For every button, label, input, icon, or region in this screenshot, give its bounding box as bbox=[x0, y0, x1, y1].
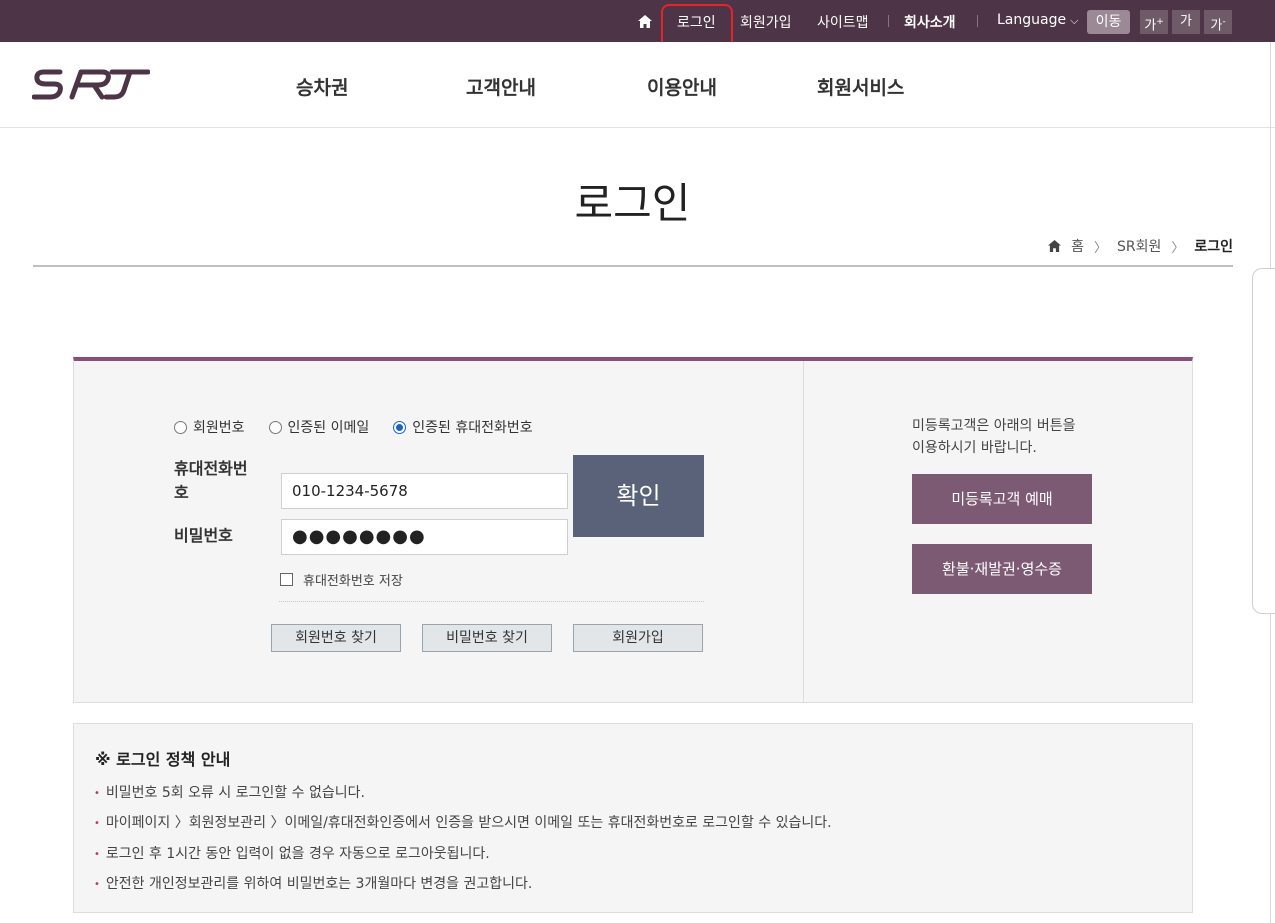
radio-verified-phone[interactable]: 인증된 휴대전화번호 bbox=[393, 417, 533, 437]
company-link[interactable]: 회사소개 bbox=[904, 12, 956, 32]
bullet-icon: • bbox=[94, 878, 100, 890]
join-button[interactable]: 회원가입 bbox=[573, 624, 703, 652]
bullet-icon: • bbox=[94, 817, 100, 829]
policy-item: • 로그인 후 1시간 동안 입력이 없을 경우 자동으로 로그아웃됩니다. bbox=[94, 843, 490, 863]
font-size-normal-button[interactable]: 가 bbox=[1172, 10, 1200, 34]
move-button[interactable]: 이동 bbox=[1087, 10, 1130, 34]
plus-icon: + bbox=[1156, 17, 1164, 27]
separator bbox=[888, 15, 889, 27]
main-header: 승차권 고객안내 이용안내 회원서비스 bbox=[0, 42, 1275, 128]
phone-label: 휴대전화번호 bbox=[174, 459, 248, 502]
minus-icon: - bbox=[1222, 17, 1226, 27]
font-size-increase-button[interactable]: 가+ bbox=[1140, 10, 1168, 34]
radio-circle bbox=[174, 420, 187, 434]
radio-label: 인증된 이메일 bbox=[287, 420, 370, 436]
policy-item: • 비밀번호 5회 오류 시 로그인할 수 없습니다. bbox=[94, 782, 365, 802]
guest-reserve-button[interactable]: 미등록고객 예매 bbox=[912, 474, 1092, 524]
nav-ticket[interactable]: 승차권 bbox=[296, 73, 348, 100]
radio-label: 회원번호 bbox=[193, 420, 245, 436]
title-divider bbox=[33, 265, 1233, 267]
chevron-right-icon: 〉 bbox=[1093, 240, 1107, 256]
nav-customer[interactable]: 고객안내 bbox=[466, 73, 536, 100]
radio-circle bbox=[268, 420, 282, 434]
policy-item-text: 마이페이지 〉회원정보관리 〉이메일/휴대전화인증에서 인증을 받으시면 이메일… bbox=[105, 815, 832, 831]
side-quick-panel[interactable] bbox=[1252, 268, 1275, 614]
bullet-icon: • bbox=[94, 787, 100, 799]
breadcrumb-sr-member[interactable]: SR회원 bbox=[1117, 236, 1161, 256]
guest-notice-line: 미등록고객은 아래의 버튼을 bbox=[912, 418, 1076, 434]
find-password-button[interactable]: 비밀번호 찾기 bbox=[422, 624, 552, 652]
policy-item: • 마이페이지 〉회원정보관리 〉이메일/휴대전화인증에서 인증을 받으시면 이메… bbox=[94, 812, 832, 832]
sitemap-link[interactable]: 사이트맵 bbox=[817, 12, 869, 32]
password-label: 비밀번호 bbox=[174, 526, 233, 545]
home-icon[interactable] bbox=[1048, 240, 1062, 252]
phone-input[interactable]: 010-1234-5678 bbox=[281, 473, 568, 509]
policy-item-text: 로그인 후 1시간 동안 입력이 없을 경우 자동으로 로그아웃됩니다. bbox=[105, 846, 490, 862]
confirm-button[interactable]: 확인 bbox=[573, 455, 704, 537]
breadcrumb-home[interactable]: 홈 bbox=[1071, 236, 1084, 256]
policy-item-text: 비밀번호 5회 오류 시 로그인할 수 없습니다. bbox=[105, 785, 365, 801]
font-size-decrease-button[interactable]: 가- bbox=[1204, 10, 1232, 34]
breadcrumb: 홈 〉 SR회원 〉 로그인 bbox=[1048, 236, 1233, 256]
page-title: 로그인 bbox=[574, 179, 691, 228]
home-icon[interactable] bbox=[638, 15, 652, 28]
radio-circle-selected bbox=[393, 420, 407, 434]
dotted-divider bbox=[279, 601, 704, 602]
separator bbox=[977, 15, 978, 27]
font-large-label: 가 bbox=[1144, 18, 1157, 34]
font-small-label: 가 bbox=[1210, 18, 1223, 34]
policy-item: • 안전한 개인정보관리를 위하여 비밀번호는 3개월마다 변경을 권고합니다. bbox=[94, 873, 532, 893]
refund-reissue-receipt-button[interactable]: 환불·재발권·영수증 bbox=[912, 544, 1092, 594]
login-panel: 회원번호 인증된 이메일 인증된 휴대전화번호 휴대전화번호 010-1234-… bbox=[73, 357, 1193, 703]
panel-divider bbox=[803, 361, 804, 703]
chevron-right-icon: 〉 bbox=[1171, 240, 1185, 256]
srt-logo[interactable] bbox=[32, 66, 150, 102]
nav-member-service[interactable]: 회원서비스 bbox=[817, 73, 904, 100]
chevron-down-icon: ⌵ bbox=[1070, 14, 1079, 27]
breadcrumb-current: 로그인 bbox=[1194, 239, 1233, 255]
radio-member-number[interactable]: 회원번호 bbox=[174, 417, 245, 437]
checkbox-label: 휴대전화번호 저장 bbox=[303, 574, 403, 589]
checkbox-box bbox=[280, 573, 293, 586]
find-member-number-button[interactable]: 회원번호 찾기 bbox=[271, 624, 401, 652]
signup-link[interactable]: 회원가입 bbox=[740, 12, 792, 32]
login-type-radios: 회원번호 인증된 이메일 인증된 휴대전화번호 bbox=[174, 417, 533, 437]
bullet-icon: • bbox=[94, 848, 100, 860]
language-select[interactable]: Language ⌵ bbox=[997, 12, 1078, 28]
guest-notice: 미등록고객은 아래의 버튼을 이용하시기 바랍니다. bbox=[912, 415, 1075, 459]
guest-notice-line: 이용하시기 바랍니다. bbox=[912, 440, 1037, 456]
policy-title: ※ 로그인 정책 안내 bbox=[95, 750, 231, 769]
radio-verified-email[interactable]: 인증된 이메일 bbox=[268, 417, 370, 437]
nav-usage[interactable]: 이용안내 bbox=[647, 73, 717, 100]
password-input[interactable]: ●●●●●●●● bbox=[281, 519, 568, 555]
save-phone-checkbox[interactable]: 휴대전화번호 저장 bbox=[280, 570, 403, 589]
radio-label: 인증된 휴대전화번호 bbox=[412, 420, 533, 436]
top-utility-bar: 로그인 회원가입 사이트맵 회사소개 Language ⌵ 이동 가+ 가 가- bbox=[0, 0, 1275, 42]
language-label: Language bbox=[997, 12, 1067, 28]
policy-item-text: 안전한 개인정보관리를 위하여 비밀번호는 3개월마다 변경을 권고합니다. bbox=[105, 876, 533, 892]
login-policy-panel: ※ 로그인 정책 안내 • 비밀번호 5회 오류 시 로그인할 수 없습니다. •… bbox=[73, 723, 1193, 913]
